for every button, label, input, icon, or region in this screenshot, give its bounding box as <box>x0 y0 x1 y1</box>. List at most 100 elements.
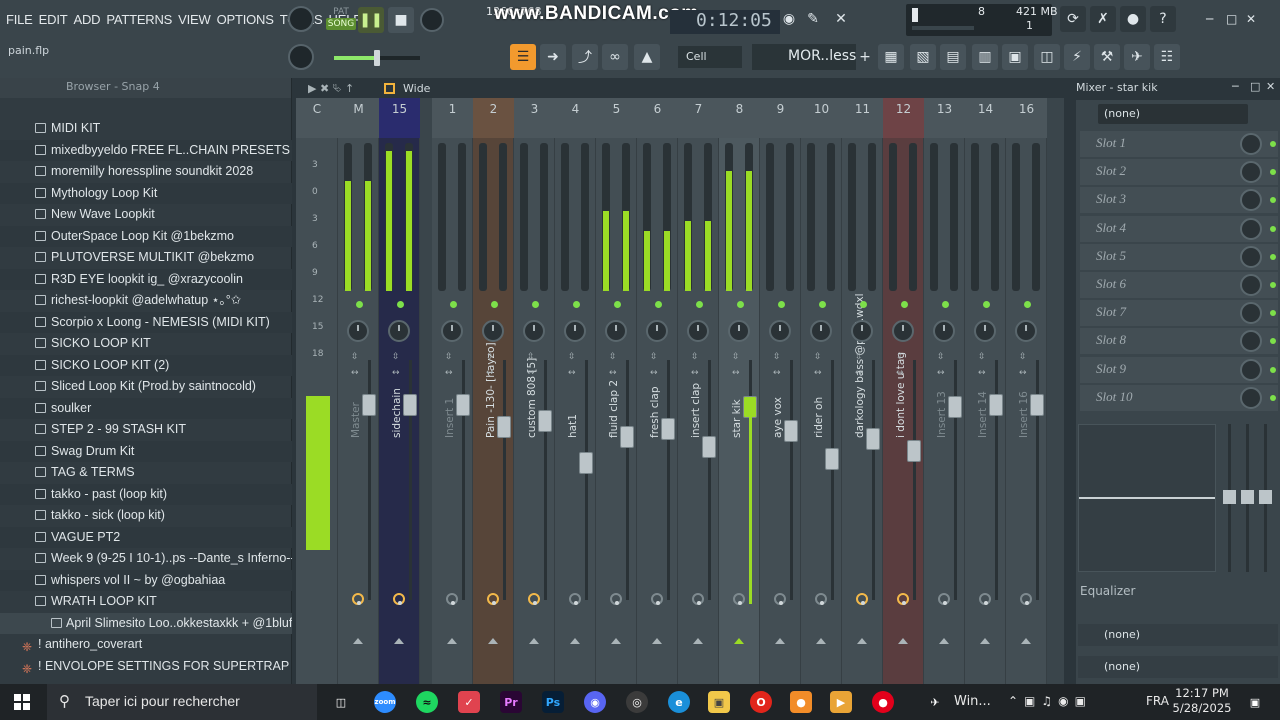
swap-channels-icon[interactable]: ↔ <box>814 368 822 378</box>
swap-channels-icon[interactable]: ↔ <box>351 368 359 378</box>
swap-channels-icon[interactable]: ↔ <box>978 368 986 378</box>
record-button[interactable] <box>420 8 444 32</box>
slot-mix-knob[interactable] <box>1240 245 1262 268</box>
mixer-strip[interactable]: 16 Insert 16 ⇳ ↔ <box>1006 98 1047 684</box>
strip-number[interactable]: C <box>296 98 338 138</box>
send-dot[interactable] <box>1025 601 1029 605</box>
strip-number[interactable]: 4 <box>555 98 596 138</box>
strip-number[interactable]: 10 <box>801 98 842 138</box>
bandicam-icon[interactable]: ● <box>872 691 894 713</box>
send-dot[interactable] <box>451 601 455 605</box>
route-arrow-icon[interactable] <box>775 638 785 644</box>
strip-active-led[interactable] <box>696 301 703 308</box>
menu-patterns[interactable]: PATTERNS <box>106 12 172 27</box>
slot-mix-knob[interactable] <box>1240 161 1262 184</box>
strip-active-led[interactable] <box>573 301 580 308</box>
volume-fader[interactable] <box>456 394 470 416</box>
browser-folder[interactable]: whispers vol II ~ by @ogbahiaa <box>0 569 292 591</box>
stop-button[interactable]: ■ <box>388 7 414 33</box>
mixer-strip[interactable]: 5 fluid clap 2 ⇳ ↔ <box>596 98 637 684</box>
volume-fader[interactable] <box>403 394 417 416</box>
browser-folder[interactable]: Sliced Loop Kit (Prod.by saintnocold) <box>0 376 292 398</box>
wrench-icon[interactable]: ⚒ <box>1094 44 1120 70</box>
volume-fader[interactable] <box>497 416 511 438</box>
route-arrow-icon[interactable] <box>939 638 949 644</box>
strip-number[interactable]: M <box>338 98 379 138</box>
send-dot[interactable] <box>398 601 402 605</box>
slot-mix-knob[interactable] <box>1240 330 1262 353</box>
tempo-slider[interactable] <box>334 50 420 66</box>
strip-active-led[interactable] <box>819 301 826 308</box>
stereo-separation-icon[interactable]: ⇳ <box>773 352 781 362</box>
browser-folder[interactable]: Week 9 (9-25 I 10-1)..ps --Dante_s Infer… <box>0 548 292 570</box>
opera-icon[interactable]: O <box>750 691 772 713</box>
browser-folder[interactable]: New Wave Loopkit <box>0 204 292 226</box>
volume-fader[interactable] <box>784 420 798 442</box>
send-dot[interactable] <box>656 601 660 605</box>
slot-enable-led[interactable] <box>1270 253 1276 260</box>
file-explorer-icon[interactable]: ▣ <box>708 691 730 713</box>
mixer-strip[interactable]: 10 rider oh ⇳ ↔ <box>801 98 842 684</box>
mixer-strip[interactable]: C 3 0 3 6 9 12 15 18 <box>296 98 338 684</box>
obs-icon[interactable]: ◎ <box>626 691 648 713</box>
swap-channels-icon[interactable]: ↔ <box>855 368 863 378</box>
pattern-select[interactable]: MOR..less <box>752 44 856 70</box>
volume-fader[interactable] <box>743 396 757 418</box>
browser-folder[interactable]: MIDI KIT <box>0 118 292 140</box>
send-dot[interactable] <box>357 601 361 605</box>
output-select-1[interactable]: (none) <box>1078 624 1278 646</box>
mixer-strip[interactable]: 11 darkology bass @prod.wdxl ⇳ ↔ <box>842 98 883 684</box>
help-icon[interactable]: ? <box>1150 6 1176 32</box>
swap-channels-icon[interactable]: ↔ <box>486 368 494 378</box>
mixer-icon[interactable]: ▦ <box>878 44 904 70</box>
link-icon[interactable]: ∞ <box>602 44 628 70</box>
swap-channels-icon[interactable]: ↔ <box>392 368 400 378</box>
strip-number[interactable]: 1 <box>432 98 473 138</box>
browser-folder[interactable]: OuterSpace Loop Kit @1bekzmo <box>0 225 292 247</box>
send-dot[interactable] <box>533 601 537 605</box>
window-app-icon[interactable]: ✈ <box>924 691 946 713</box>
volume-fader[interactable] <box>579 452 593 474</box>
strip-active-led[interactable] <box>655 301 662 308</box>
mixer-strip[interactable]: 7 insert clap ⇳ ↔ <box>678 98 719 684</box>
menu-file[interactable]: FILE <box>6 12 33 27</box>
volume-fader[interactable] <box>825 448 839 470</box>
strip-active-led[interactable] <box>901 301 908 308</box>
snap-select[interactable]: Cell <box>678 46 742 68</box>
strip-number[interactable]: 16 <box>1006 98 1047 138</box>
stereo-separation-icon[interactable]: ⇳ <box>937 352 945 362</box>
swap-channels-icon[interactable]: ↔ <box>691 368 699 378</box>
strip-number[interactable]: 3 <box>514 98 555 138</box>
strip-active-led[interactable] <box>983 301 990 308</box>
stereo-separation-icon[interactable]: ⇳ <box>1019 352 1027 362</box>
mixer-strip[interactable]: 14 Insert 14 ⇳ ↔ <box>965 98 1006 684</box>
strip-name[interactable]: rider oh <box>813 288 829 438</box>
route-arrow-icon[interactable] <box>611 638 621 644</box>
pat-song-toggle[interactable]: PAT SONG <box>326 6 356 32</box>
pan-knob[interactable] <box>933 320 955 342</box>
swap-channels-icon[interactable]: ↔ <box>896 368 904 378</box>
media-icon[interactable]: ▶ <box>830 691 852 713</box>
stereo-separation-icon[interactable]: ⇳ <box>445 352 453 362</box>
swap-channels-icon[interactable]: ↔ <box>445 368 453 378</box>
strip-number[interactable]: 12 <box>883 98 924 138</box>
effect-slot[interactable]: Slot 4 <box>1080 215 1278 242</box>
volume-fader[interactable] <box>948 396 962 418</box>
volume-fader[interactable] <box>989 394 1003 416</box>
send-dot[interactable] <box>820 601 824 605</box>
panel-minimize-icon[interactable]: ─ <box>1232 80 1239 93</box>
route-arrow-icon[interactable] <box>570 638 580 644</box>
panel-close-icon[interactable]: ✕ <box>1266 80 1275 93</box>
plane-icon[interactable]: ✈ <box>1124 44 1150 70</box>
effect-slot[interactable]: Slot 3 <box>1080 187 1278 214</box>
send-dot[interactable] <box>615 601 619 605</box>
volume-fader[interactable] <box>661 418 675 440</box>
stereo-separation-icon[interactable]: ⇳ <box>486 352 494 362</box>
route-arrow-icon[interactable] <box>734 638 744 644</box>
send-dot[interactable] <box>779 601 783 605</box>
slot-mix-knob[interactable] <box>1240 133 1262 155</box>
fl-studio-icon[interactable]: ● <box>790 691 812 713</box>
stamp-icon[interactable]: ▲ <box>634 44 660 70</box>
effect-slot[interactable]: Slot 7 <box>1080 300 1278 327</box>
browser-folder[interactable]: takko - past (loop kit) <box>0 483 292 505</box>
